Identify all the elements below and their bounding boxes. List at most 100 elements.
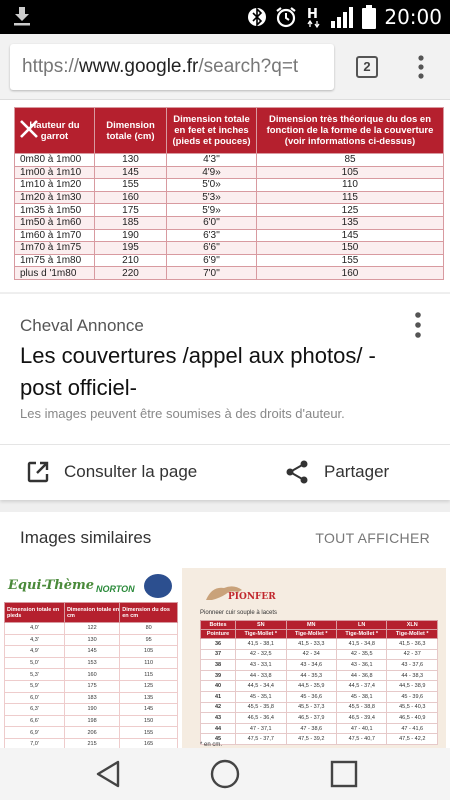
similar-thumbnail-1[interactable]: Equi-Thème NORTON Dimension totale en pi… — [4, 568, 178, 748]
result-title[interactable]: Les couvertures /appel aux photos/ - pos… — [20, 340, 420, 404]
recent-apps-icon[interactable] — [328, 758, 360, 790]
thumb1-cell: 175 — [63, 679, 121, 693]
thumb2-cell: 45,5 - 40,3 — [386, 701, 438, 714]
thumb2-header: SN — [235, 620, 287, 630]
thumb2-cell: 45,5 - 38,8 — [335, 701, 388, 714]
table-cell: 6'6'' — [166, 241, 257, 255]
tab-switcher-button[interactable]: 2 — [356, 56, 378, 78]
home-icon[interactable] — [209, 758, 241, 790]
equitheme-logo: Equi-Thème — [8, 578, 95, 593]
thumb2-cell: 47,5 - 40,7 — [335, 733, 388, 745]
table-row: 1m60 à 1m70 190 6'3'' 145 — [14, 228, 444, 243]
thumb2-cell: 37 — [199, 648, 237, 661]
thumb1-cell: 122 — [63, 622, 121, 635]
thumb2-row: 36 41,5 - 38,1 41,5 - 33,3 41,5 - 34,8 41,5 … — [199, 638, 438, 650]
thumb2-cell: 45,5 - 37,3 — [285, 701, 337, 714]
table-cell: 1m35 à 1m50 — [14, 203, 95, 217]
thumb1-cell: 4,3' — [4, 633, 65, 647]
table-cell: 6'0'' — [166, 215, 257, 230]
share-button[interactable]: Partager — [284, 456, 389, 488]
see-all-button[interactable]: TOUT AFFICHER — [315, 530, 430, 546]
open-external-icon — [27, 461, 49, 483]
pionfer-brand: PIONFER — [228, 592, 276, 602]
thumb1-cell: 6,0' — [4, 691, 65, 705]
thumb2-cell: 44 - 35,3 — [285, 669, 337, 682]
similar-images-heading: Images similaires — [20, 528, 152, 547]
result-card: Cheval Annonce Les couvertures /appel au… — [0, 294, 450, 500]
table-cell: 4'9» — [166, 165, 257, 180]
similar-thumbnail-2[interactable]: PIONFER Pionneer cuir souple à lacets Bo… — [182, 568, 446, 748]
download-icon — [14, 7, 30, 26]
table-cell: 135 — [256, 215, 444, 230]
thumb2-cell: 44,5 - 38,9 — [386, 680, 438, 692]
thumb1-cell: 7,0' — [4, 737, 65, 748]
table-cell: 220 — [94, 266, 167, 280]
thumb2-cell: 40 — [199, 680, 237, 692]
thumb2-cell: 45 - 35,1 — [235, 690, 287, 703]
table-cell: 1m60 à 1m70 — [14, 228, 95, 243]
table-cell: 1m75 à 1m80 — [14, 253, 95, 268]
thumb1-cell: 190 — [63, 703, 121, 716]
thumb1-header: Dimension du dos en cm — [119, 602, 178, 623]
thumb2-row: 45 47,5 - 37,7 47,5 - 39,2 47,5 - 40,7 47,5 … — [199, 733, 438, 745]
table-row: 1m70 à 1m75 195 6'6'' 150 — [14, 241, 444, 255]
thumb1-row: 7,0' 215 165 — [4, 737, 178, 748]
thumb2-header: Bottes — [199, 620, 237, 630]
visit-page-label: Consulter la page — [64, 462, 198, 481]
table-cell: 4'3'' — [166, 153, 257, 167]
overflow-menu-icon[interactable] — [410, 54, 432, 80]
browser-toolbar: https://www.google.fr/search?q=t 2 — [0, 34, 450, 100]
thumb2-row: 40 44,5 - 34,4 44,5 - 35,9 44,5 - 37,4 44,5 … — [199, 680, 438, 692]
bluetooth-icon — [248, 7, 267, 27]
thumb2-row: 42 45,5 - 35,8 45,5 - 37,3 45,5 - 38,8 45,5 … — [199, 701, 438, 714]
source-site[interactable]: Cheval Annonce — [20, 316, 144, 336]
thumb1-cell: 198 — [63, 714, 121, 728]
thumb1-cell: 206 — [63, 726, 121, 739]
table-cell: 1m70 à 1m75 — [14, 241, 95, 255]
thumb1-cell: 80 — [119, 622, 178, 635]
thumb2-cell: 43 - 34,6 — [285, 659, 337, 671]
thumb1-row: 4,3' 130 95 — [4, 633, 178, 647]
table-cell: 105 — [256, 165, 444, 180]
thumb2-subtitle: Pionneer cuir souple à lacets — [200, 610, 278, 616]
more-options-icon[interactable] — [408, 310, 428, 340]
table-cell: 175 — [94, 203, 167, 217]
badge-icon — [144, 574, 172, 598]
url-bar[interactable]: https://www.google.fr/search?q=t — [10, 44, 334, 90]
thumb1-cell: 145 — [63, 645, 121, 658]
table-cell: 5'9» — [166, 203, 257, 217]
thumb1-row: 4,0' 122 80 — [4, 622, 178, 635]
table-cell: plus d '1m80 — [14, 266, 95, 280]
thumb1-row: 5,0' 153 110 — [4, 656, 178, 670]
image-preview[interactable]: Hauteur du garrot Dimension totale (cm) … — [0, 100, 450, 292]
table-cell: 85 — [256, 153, 444, 167]
thumb2-header: XLN — [386, 620, 438, 630]
thumb2-cell: 44,5 - 37,4 — [335, 680, 388, 692]
table-cell: 130 — [94, 153, 167, 167]
thumb2-cell: 41,5 - 33,3 — [285, 638, 337, 650]
table-cell: 1m00 à 1m10 — [14, 165, 95, 180]
table-cell: 1m50 à 1m60 — [14, 215, 95, 230]
back-icon[interactable] — [92, 758, 124, 790]
table-cell: 195 — [94, 241, 167, 255]
thumb2-cell: 47 - 37,1 — [235, 722, 287, 735]
status-bar: H 20:00 — [0, 0, 450, 34]
share-icon — [286, 460, 308, 484]
thumb1-cell: 6,9' — [4, 726, 65, 739]
thumb2-row: 38 43 - 33,1 43 - 34,6 43 - 36,1 43 - 37,6 — [199, 659, 438, 671]
visit-page-button[interactable]: Consulter la page — [26, 456, 197, 488]
thumb1-cell: 160 — [63, 668, 121, 681]
thumb2-header: Tige-Mollet * — [285, 629, 337, 639]
table-cell: 110 — [256, 178, 444, 192]
url-host: www.google.fr — [79, 56, 199, 77]
thumb1-cell: 130 — [63, 633, 121, 647]
url-scheme: https:// — [22, 56, 80, 77]
thumb2-header: MN — [285, 620, 337, 630]
thumb2-row: 44 47 - 37,1 47 - 38,6 47 - 40,1 47 - 41,6 — [199, 722, 438, 735]
thumb2-cell: 45,5 - 35,8 — [235, 701, 287, 714]
thumb2-cell: 36 — [199, 638, 237, 650]
table-cell: 6'3'' — [166, 228, 257, 243]
thumb2-row: 41 45 - 35,1 45 - 36,6 45 - 38,1 45 - 39,6 — [199, 690, 438, 703]
table-row: 1m00 à 1m10 145 4'9» 105 — [14, 165, 444, 180]
close-icon[interactable] — [14, 114, 44, 144]
